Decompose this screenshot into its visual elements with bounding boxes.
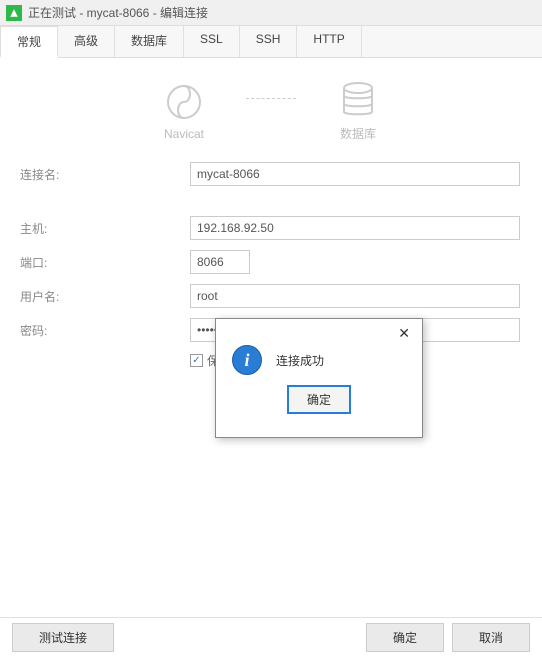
info-icon: i xyxy=(232,345,262,375)
window-title: 正在测试 - mycat-8066 - 编辑连接 xyxy=(28,4,208,21)
user-label: 用户名: xyxy=(20,288,190,305)
tab-http[interactable]: HTTP xyxy=(297,26,361,57)
tab-ssl[interactable]: SSL xyxy=(184,26,240,57)
app-icon xyxy=(6,5,22,21)
port-label: 端口: xyxy=(20,254,190,271)
host-input[interactable] xyxy=(190,216,520,240)
save-password-checkbox[interactable]: ✓ xyxy=(190,354,203,367)
connection-diagram: Navicat 数据库 xyxy=(0,58,542,152)
password-label: 密码: xyxy=(20,322,190,339)
diagram-right-label: 数据库 xyxy=(336,125,380,142)
dialog-message: 连接成功 xyxy=(276,352,324,369)
tabs: 常规 高级 数据库 SSL SSH HTTP xyxy=(0,26,542,58)
ok-button[interactable]: 确定 xyxy=(366,623,444,652)
tab-ssh[interactable]: SSH xyxy=(240,26,298,57)
database-icon xyxy=(336,78,380,122)
diagram-left-label: Navicat xyxy=(162,127,206,141)
close-icon[interactable]: ✕ xyxy=(392,323,416,344)
user-input[interactable] xyxy=(190,284,520,308)
tab-general[interactable]: 常规 xyxy=(0,26,58,58)
navicat-icon xyxy=(162,80,206,124)
message-dialog: ✕ i 连接成功 确定 xyxy=(215,318,423,438)
port-input[interactable] xyxy=(190,250,250,274)
conn-name-input[interactable] xyxy=(190,162,520,186)
cancel-button[interactable]: 取消 xyxy=(452,623,530,652)
tab-database[interactable]: 数据库 xyxy=(115,26,184,57)
test-connection-button[interactable]: 测试连接 xyxy=(12,623,114,652)
conn-name-label: 连接名: xyxy=(20,166,190,183)
footer: 测试连接 确定 取消 xyxy=(0,617,542,657)
dialog-ok-button[interactable]: 确定 xyxy=(287,385,351,414)
host-label: 主机: xyxy=(20,220,190,237)
tab-advanced[interactable]: 高级 xyxy=(58,26,115,57)
diagram-connector xyxy=(246,98,296,99)
titlebar: 正在测试 - mycat-8066 - 编辑连接 xyxy=(0,0,542,26)
